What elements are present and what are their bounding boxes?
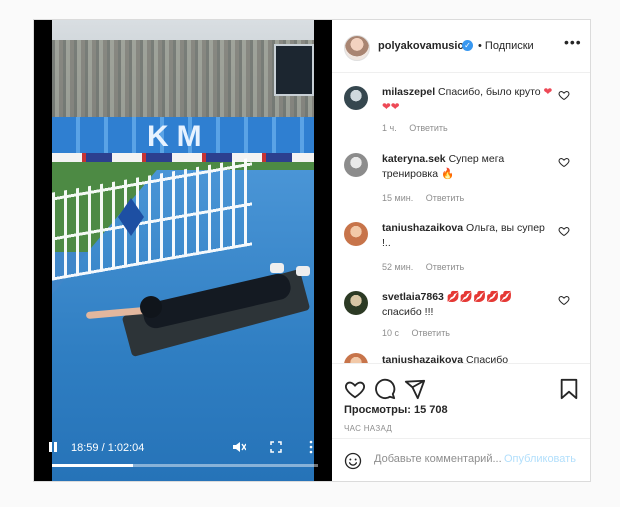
current-time: 18:59 xyxy=(71,442,99,454)
view-count[interactable]: Просмотры: 15 708 xyxy=(344,404,448,416)
commenter-avatar[interactable] xyxy=(344,353,368,363)
commenter-avatar[interactable] xyxy=(344,86,368,110)
comment-bubble-icon[interactable] xyxy=(374,378,396,400)
like-comment-heart-icon[interactable] xyxy=(558,225,570,237)
stadium-letters: KM xyxy=(147,120,210,153)
instagram-post-frame: KM 18:59 / 1:02:04 polyakovamusic ✓ • По… xyxy=(33,19,591,482)
comment-username[interactable]: taniushazaikova xyxy=(382,222,463,234)
comment-emoji: 💋💋💋💋💋 xyxy=(446,291,513,303)
more-options-icon[interactable] xyxy=(308,440,314,454)
time-separator: / xyxy=(98,442,108,454)
comment-text: kateryna.sek Супер мега тренировка 🔥 xyxy=(382,152,554,182)
comments-list[interactable]: milaszepel Спасибо, было круто ❤❤❤ 1 ч. … xyxy=(332,73,590,363)
emoji-smile-icon[interactable] xyxy=(344,452,362,470)
author-avatar[interactable] xyxy=(344,35,370,61)
reply-link[interactable]: Ответить xyxy=(426,262,464,272)
fullscreen-icon[interactable] xyxy=(270,441,282,453)
comment-meta: 52 мин. Ответить xyxy=(382,262,474,272)
commenter-avatar[interactable] xyxy=(344,153,368,177)
comment-text: taniushazaikova Спасибо xyxy=(382,353,554,363)
duration: 1:02:04 xyxy=(107,442,145,454)
comment-meta: 10 с Ответить xyxy=(382,328,460,338)
like-comment-heart-icon[interactable] xyxy=(558,89,570,101)
reply-link[interactable]: Ответить xyxy=(409,123,447,133)
commenter-avatar[interactable] xyxy=(344,291,368,315)
comment-body: Спасибо xyxy=(466,354,509,363)
shoe xyxy=(270,263,284,273)
like-comment-heart-icon[interactable] xyxy=(558,156,570,168)
video-frame[interactable]: KM xyxy=(52,20,314,481)
comment-meta: 15 мин. Ответить xyxy=(382,193,474,203)
video-time: 18:59 / 1:02:04 xyxy=(71,442,144,454)
more-icon[interactable]: ••• xyxy=(564,34,582,50)
comment-username[interactable]: taniushazaikova xyxy=(382,354,463,363)
progress-fill xyxy=(52,464,134,467)
like-heart-icon[interactable] xyxy=(344,378,366,400)
comment-username[interactable]: milaszepel xyxy=(382,86,435,98)
publish-button[interactable]: Опубликовать xyxy=(504,453,576,465)
share-send-icon[interactable] xyxy=(404,378,426,400)
comment-emoji: 🔥 xyxy=(441,168,455,180)
comment-body: спасибо !!! xyxy=(382,306,434,318)
post-side-panel: polyakovamusic ✓ • Подписки ••• milaszep… xyxy=(332,20,590,481)
pause-icon[interactable] xyxy=(48,441,58,453)
comment-age: 52 мин. xyxy=(382,262,414,272)
following-status[interactable]: • Подписки xyxy=(478,40,534,52)
author-username[interactable]: polyakovamusic xyxy=(378,40,464,52)
shoe xyxy=(296,266,310,276)
commenter-avatar[interactable] xyxy=(344,222,368,246)
reply-link[interactable]: Ответить xyxy=(412,328,450,338)
comment-username[interactable]: svetlaia7863 xyxy=(382,291,444,303)
comment-input[interactable]: Добавьте комментарий... xyxy=(374,453,502,465)
comment-age: 15 мин. xyxy=(382,193,414,203)
comment-age: 1 ч. xyxy=(382,123,397,133)
comment-text: svetlaia7863 💋💋💋💋💋 спасибо !!! xyxy=(382,290,554,320)
comment-body: Спасибо, было круто xyxy=(438,86,541,98)
bookmark-icon[interactable] xyxy=(558,378,580,400)
comment-text: milaszepel Спасибо, было круто ❤❤❤ xyxy=(382,85,554,115)
post-timestamp[interactable]: ЧАС НАЗАД xyxy=(344,424,392,433)
post-actions: Просмотры: 15 708 ЧАС НАЗАД xyxy=(332,363,590,439)
add-comment-bar: Добавьте комментарий... Опубликовать xyxy=(332,438,590,482)
mute-icon[interactable] xyxy=(232,440,246,454)
reply-link[interactable]: Ответить xyxy=(426,193,464,203)
like-comment-heart-icon[interactable] xyxy=(558,294,570,306)
comment-username[interactable]: kateryna.sek xyxy=(382,153,446,165)
verified-badge-icon: ✓ xyxy=(462,40,473,51)
post-header: polyakovamusic ✓ • Подписки ••• xyxy=(332,20,590,73)
comment-text: taniushazaikova Ольга, вы супер !.. xyxy=(382,221,554,251)
progress-bar[interactable] xyxy=(52,464,318,467)
comment-age: 10 с xyxy=(382,328,400,338)
person-head xyxy=(140,296,162,318)
comment-meta: 1 ч. Ответить xyxy=(382,123,458,133)
video-player[interactable]: KM 18:59 / 1:02:04 xyxy=(34,20,332,481)
scoreboard xyxy=(274,44,314,96)
video-controls: 18:59 / 1:02:04 xyxy=(34,432,332,481)
